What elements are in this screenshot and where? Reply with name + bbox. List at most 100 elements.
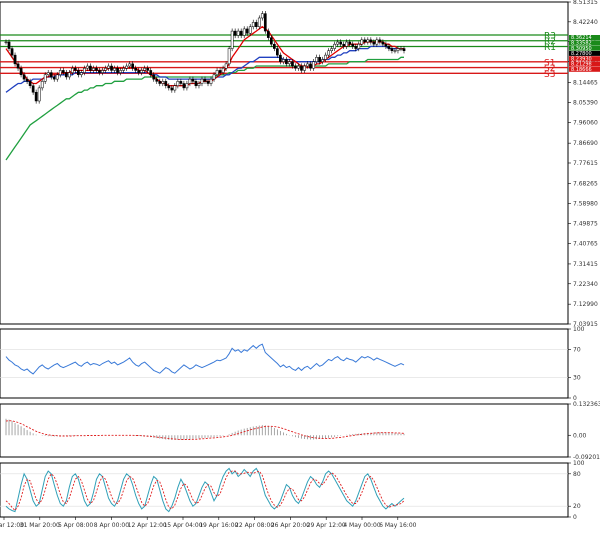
candle-body	[272, 43, 276, 49]
candle-body	[155, 78, 159, 82]
candle-body	[49, 72, 53, 78]
candle-body	[110, 65, 113, 71]
candle-body	[230, 30, 234, 49]
candle-body	[22, 74, 26, 80]
candle-body	[170, 87, 174, 91]
macd-axis-tick-label: 0.00	[573, 432, 587, 439]
candle-body	[372, 41, 376, 45]
candle-body	[104, 67, 107, 71]
candle-body	[378, 39, 382, 43]
candle-body	[16, 63, 20, 69]
candle-body	[80, 72, 83, 76]
candle-body	[185, 83, 189, 89]
candle-body	[43, 74, 47, 82]
candle-body	[191, 78, 195, 82]
candle-body	[315, 57, 318, 62]
price-axis-tick-label: 7.96060	[573, 120, 598, 127]
candle-body	[176, 81, 180, 86]
candle-body	[212, 74, 216, 80]
candle-body	[25, 78, 29, 82]
candle-body	[197, 83, 201, 86]
candle-body	[260, 13, 264, 19]
time-tick-label: 6 May 16:00	[379, 522, 417, 529]
macd-panel: 0.1323630.00-0.092012	[0, 401, 600, 461]
candle-body	[251, 22, 255, 27]
candle-body	[221, 67, 225, 73]
time-tick-label: 4 May 00:00	[343, 522, 381, 529]
price-axis-tick-label: 7.31415	[573, 261, 598, 268]
price-frame	[0, 1, 569, 325]
pivot-label-r1: R1	[544, 43, 556, 53]
stochastic-panel: 100 80 20 0	[0, 460, 585, 521]
candle-body	[28, 81, 32, 86]
price-axis-tick-label: 8.05390	[573, 99, 598, 106]
candle-body	[399, 48, 403, 50]
rsi-axis-tick-label: 30	[573, 374, 581, 381]
candle-body	[7, 41, 11, 49]
candle-body	[137, 70, 141, 73]
rsi-axis-tick-label: 70	[573, 347, 581, 354]
price-axis-tick-label: 7.22340	[573, 281, 598, 288]
price-axis-tick-label: 7.68265	[573, 180, 598, 187]
candle-body	[348, 41, 352, 45]
candle-body	[86, 65, 89, 69]
time-tick-label: 26 Apr 20:00	[271, 522, 310, 529]
candle-body	[101, 70, 104, 73]
candle-body	[303, 65, 306, 71]
candle-body	[140, 70, 144, 73]
price-axis-tick-label: 7.12990	[573, 301, 598, 308]
candle-body	[143, 67, 147, 71]
candle-body	[131, 63, 134, 69]
candle-body	[122, 67, 125, 71]
candle-body	[363, 39, 367, 43]
candle-body	[321, 59, 324, 62]
candle-body	[282, 59, 285, 62]
candle-body	[179, 81, 183, 84]
price-axis-tick-label: 7.58980	[573, 201, 598, 208]
candle-body	[396, 48, 400, 51]
candle-body	[194, 81, 198, 86]
candle-body	[182, 83, 186, 89]
candle-body	[188, 78, 192, 84]
candle-body	[173, 85, 177, 91]
candle-body	[19, 67, 23, 76]
candle-body	[146, 67, 150, 71]
macd-frame	[0, 403, 569, 458]
candle-body	[37, 87, 41, 102]
candle-body	[393, 50, 397, 52]
candle-body	[300, 65, 303, 71]
price-axis-tick-label: 7.77615	[573, 160, 598, 167]
candle-body	[381, 41, 385, 45]
price-panel: 8.513158.422408.331658.240908.144658.053…	[0, 0, 600, 328]
candle-body	[375, 39, 379, 45]
candle-body	[73, 67, 77, 71]
price-badge-label: 8.18666	[571, 67, 592, 73]
candle-body	[324, 54, 327, 60]
stoch-axis-tick-label: 20	[573, 503, 581, 510]
candle-body	[83, 67, 86, 73]
candle-body	[152, 74, 156, 80]
candle-body	[257, 17, 261, 27]
candle-body	[354, 46, 358, 49]
macd-axis-tick-label: 0.132363	[573, 401, 600, 408]
price-axis-tick-label: 7.86690	[573, 140, 598, 147]
candle-body	[209, 78, 213, 84]
candle-body	[149, 70, 153, 76]
rsi-panel: 10070300	[0, 326, 585, 402]
candle-body	[227, 48, 231, 65]
price-axis-tick-label: 8.51315	[573, 0, 598, 6]
candle-body	[279, 54, 282, 62]
time-axis: 28 Mar 12:0031 Mar 20:005 Apr 08:008 Apr…	[0, 517, 417, 529]
candle-body	[34, 92, 38, 102]
time-tick-label: 19 Apr 16:00	[199, 522, 238, 529]
candle-body	[263, 13, 267, 32]
candle-body	[294, 65, 297, 69]
candle-body	[119, 70, 122, 73]
candle-body	[387, 46, 391, 49]
time-tick-label: 5 Apr 08:00	[58, 522, 93, 529]
candle-body	[254, 22, 258, 27]
candle-body	[285, 59, 288, 65]
price-axis-tick-label: 8.42240	[573, 19, 598, 26]
candle-body	[342, 43, 346, 47]
candle-body	[288, 61, 291, 65]
